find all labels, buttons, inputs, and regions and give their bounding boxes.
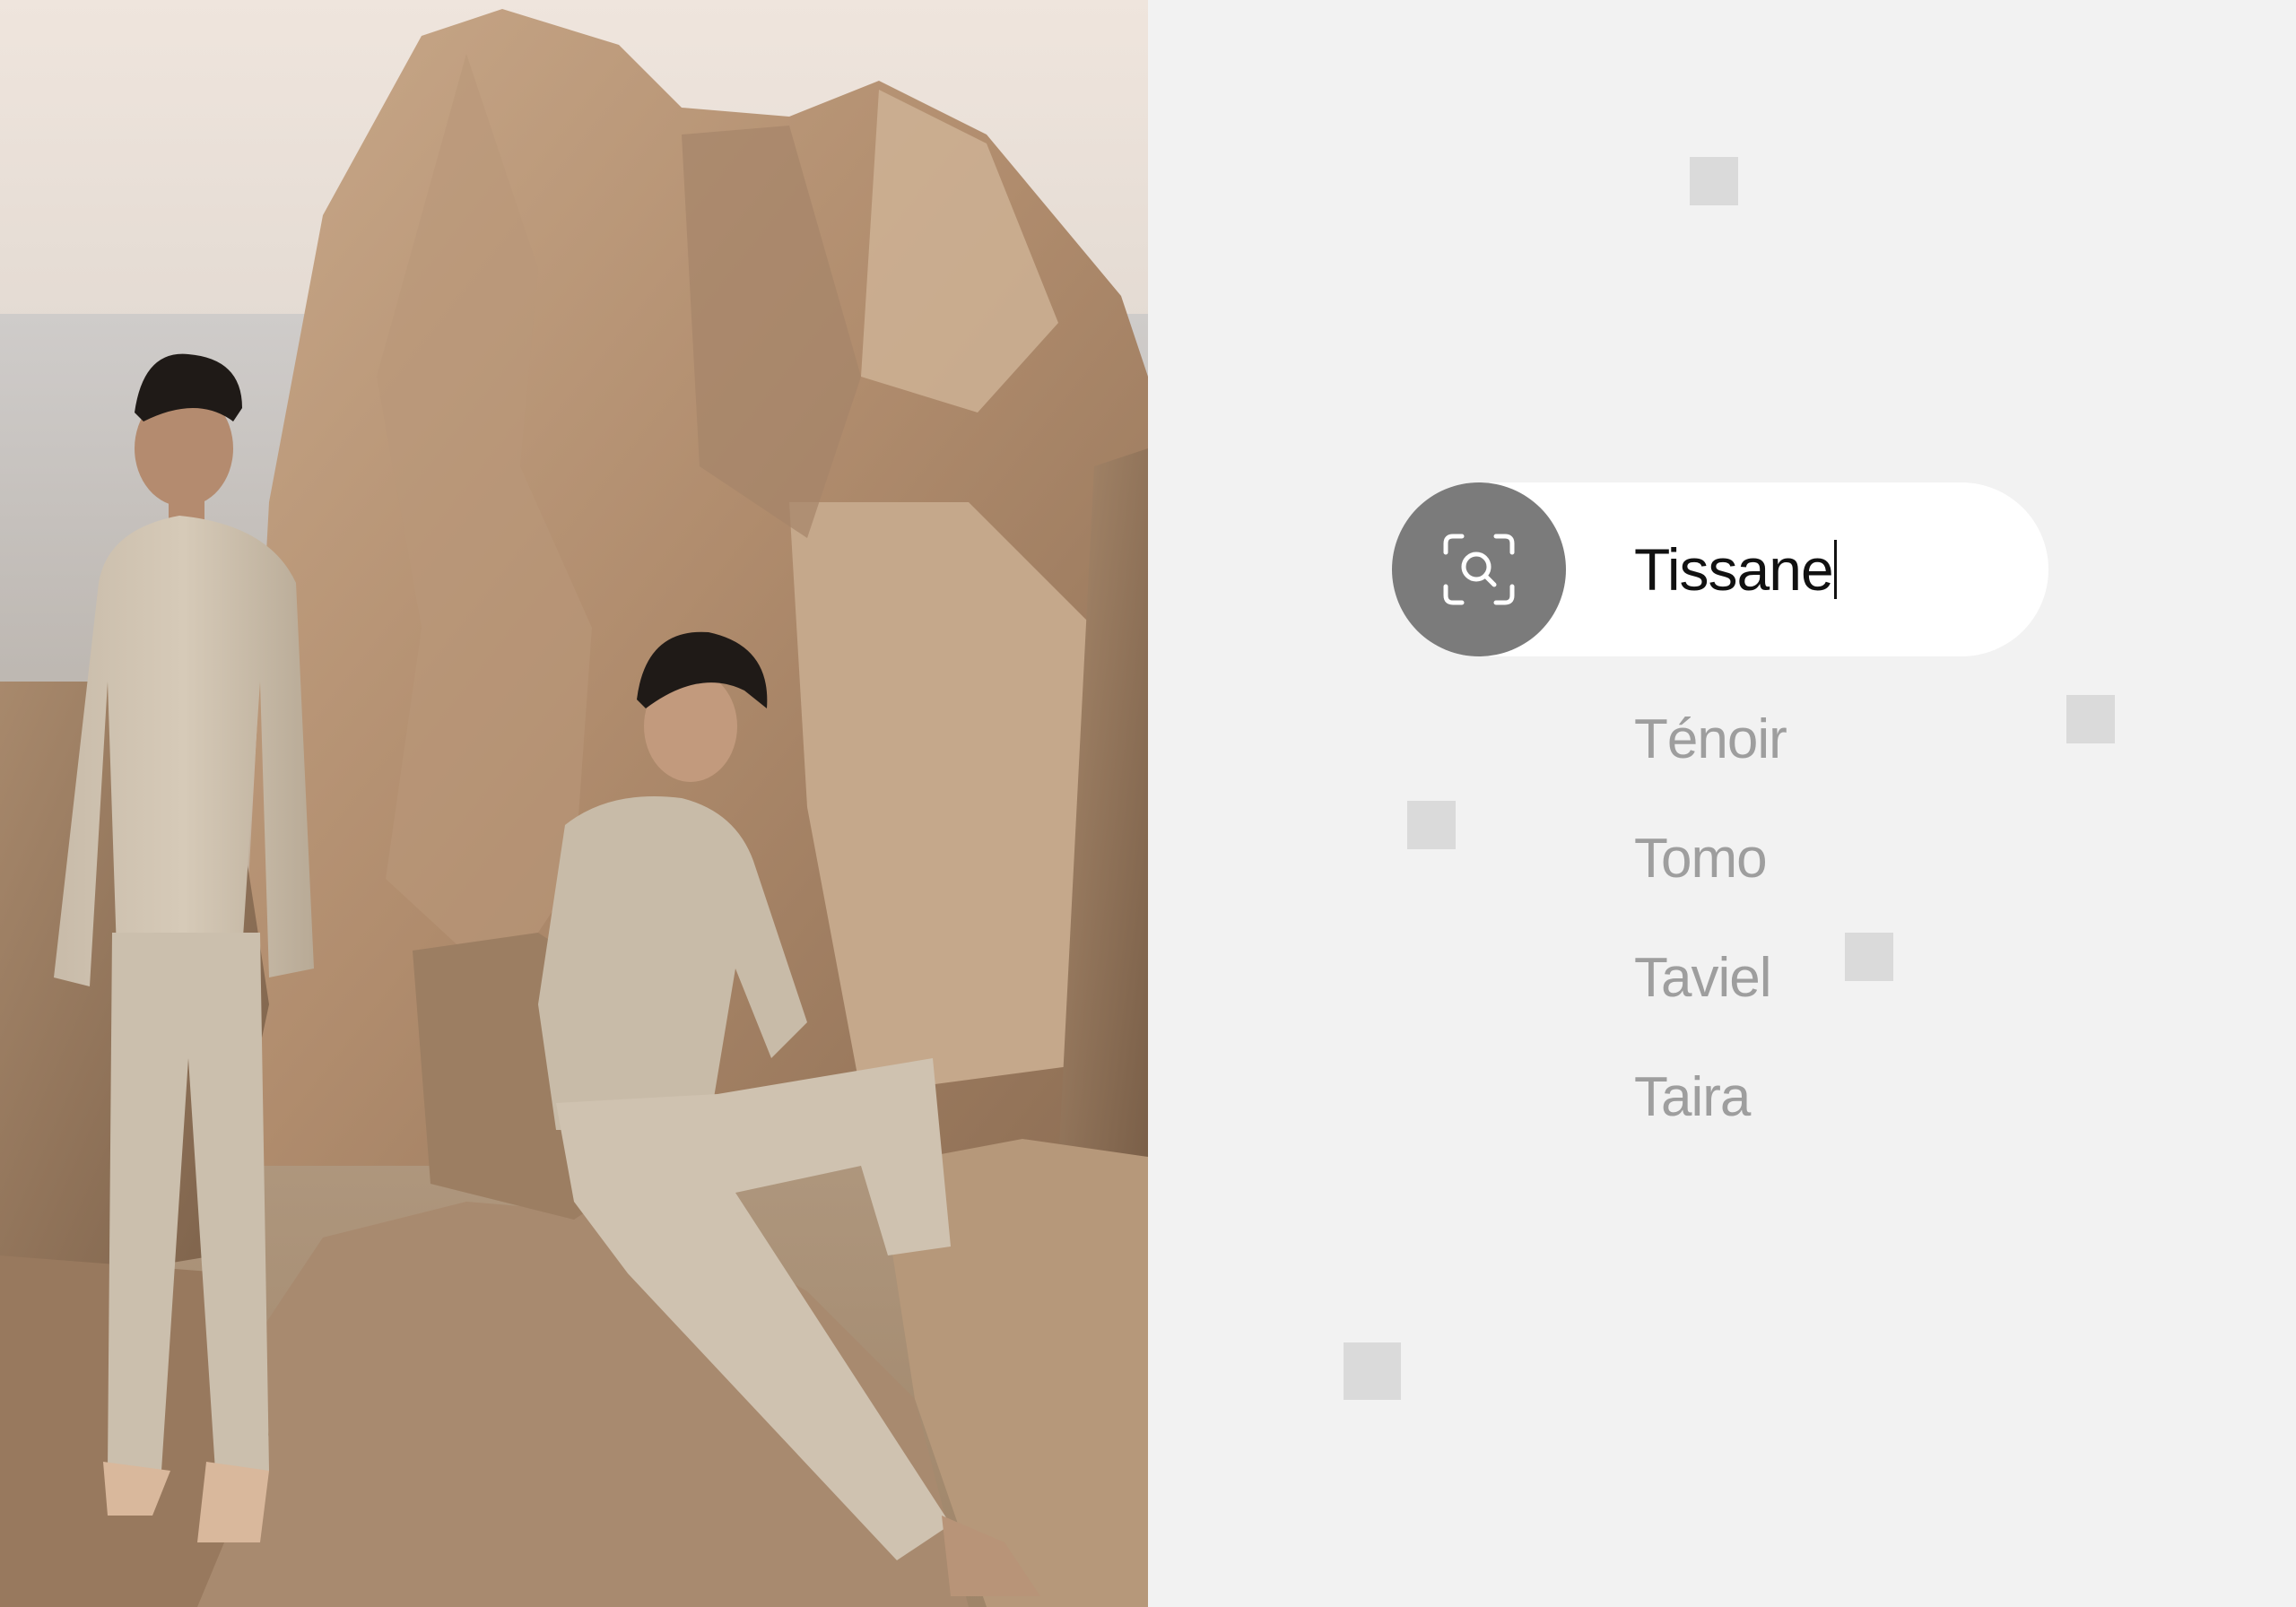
text-caret: [1833, 540, 1837, 599]
search-input-value: Tissane: [1634, 536, 1834, 603]
decorative-square: [1344, 1342, 1401, 1400]
suggestion-item[interactable]: Tomo: [1634, 799, 1993, 918]
page: Tissane Ténoir Tomo Taviel Taira: [0, 0, 2296, 1607]
decorative-square: [2066, 695, 2115, 743]
suggestion-item[interactable]: Taira: [1634, 1038, 1993, 1157]
visual-search-button[interactable]: [1392, 482, 1566, 656]
suggestion-list: Ténoir Tomo Taviel Taira: [1634, 680, 1993, 1157]
scan-search-icon: [1443, 534, 1515, 605]
photo-illustration: [0, 0, 1148, 1607]
suggestion-item[interactable]: Taviel: [1634, 918, 1993, 1038]
search-input[interactable]: Tissane: [1634, 482, 2011, 656]
suggestion-item[interactable]: Ténoir: [1634, 680, 1993, 799]
decorative-square: [1690, 157, 1738, 205]
hero-photo: [0, 0, 1148, 1607]
search-bar[interactable]: Tissane: [1392, 482, 2048, 656]
decorative-square: [1407, 801, 1456, 849]
